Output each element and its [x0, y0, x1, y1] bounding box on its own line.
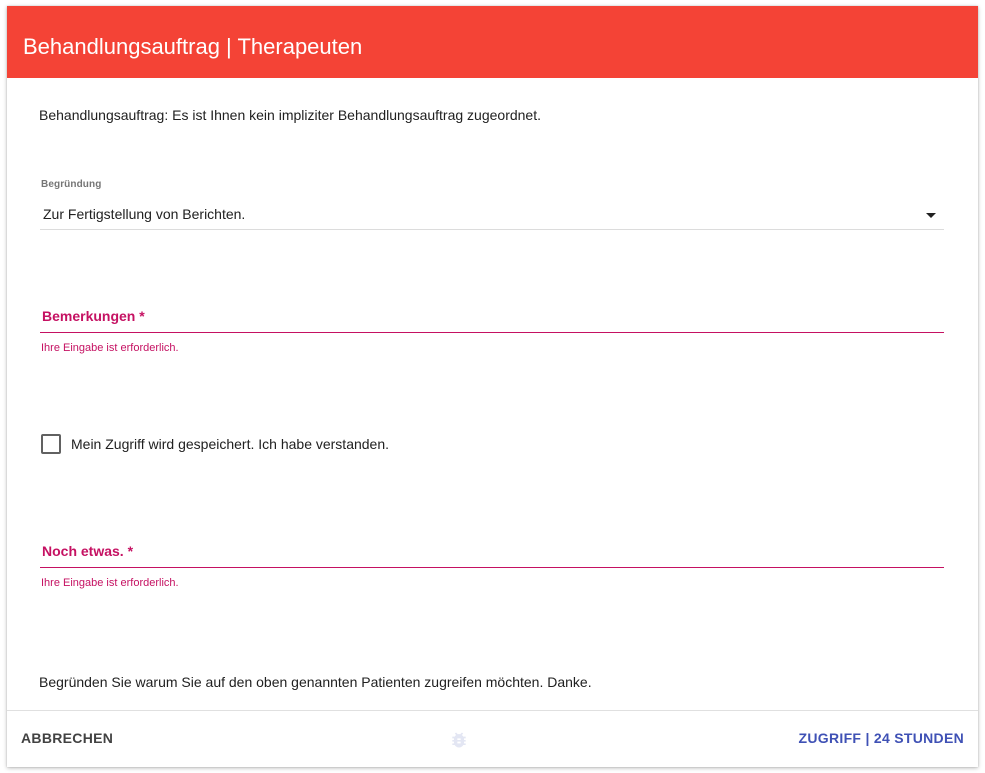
consent-label: Mein Zugriff wird gespeichert. Ich habe …	[71, 436, 390, 452]
cancel-button[interactable]: ABBRECHEN	[21, 730, 113, 746]
dialog-content: Behandlungsauftrag: Es ist Ihnen kein im…	[7, 78, 978, 710]
remarks-input[interactable]	[40, 302, 944, 332]
extra-error: Ihre Eingabe ist erforderlich.	[41, 577, 179, 589]
extra-field[interactable]: Noch etwas. *	[40, 537, 944, 568]
remarks-field[interactable]: Bemerkungen *	[40, 302, 944, 333]
consent-checkbox[interactable]	[41, 434, 61, 454]
grant-access-button[interactable]: ZUGRIFF | 24 STUNDEN	[799, 730, 964, 746]
dialog-footer: ABBRECHEN ZUGRIFF | 24 STUNDEN	[7, 710, 978, 768]
remarks-error: Ihre Eingabe ist erforderlich.	[41, 342, 179, 354]
justification-hint: Begründen Sie warum Sie auf den oben gen…	[39, 674, 592, 690]
bug-icon[interactable]	[449, 730, 469, 750]
extra-input[interactable]	[40, 537, 944, 567]
reason-select[interactable]: Zur Fertigstellung von Berichten.	[40, 203, 944, 230]
access-dialog: Behandlungsauftrag | Therapeuten Behandl…	[7, 6, 978, 767]
reason-label: Begründung	[41, 179, 102, 190]
dropdown-arrow-icon	[926, 213, 936, 218]
dialog-header: Behandlungsauftrag | Therapeuten	[7, 6, 978, 78]
reason-selected-value: Zur Fertigstellung von Berichten.	[43, 206, 246, 222]
treatment-order-info: Behandlungsauftrag: Es ist Ihnen kein im…	[39, 107, 541, 123]
dialog-title: Behandlungsauftrag | Therapeuten	[23, 34, 363, 59]
